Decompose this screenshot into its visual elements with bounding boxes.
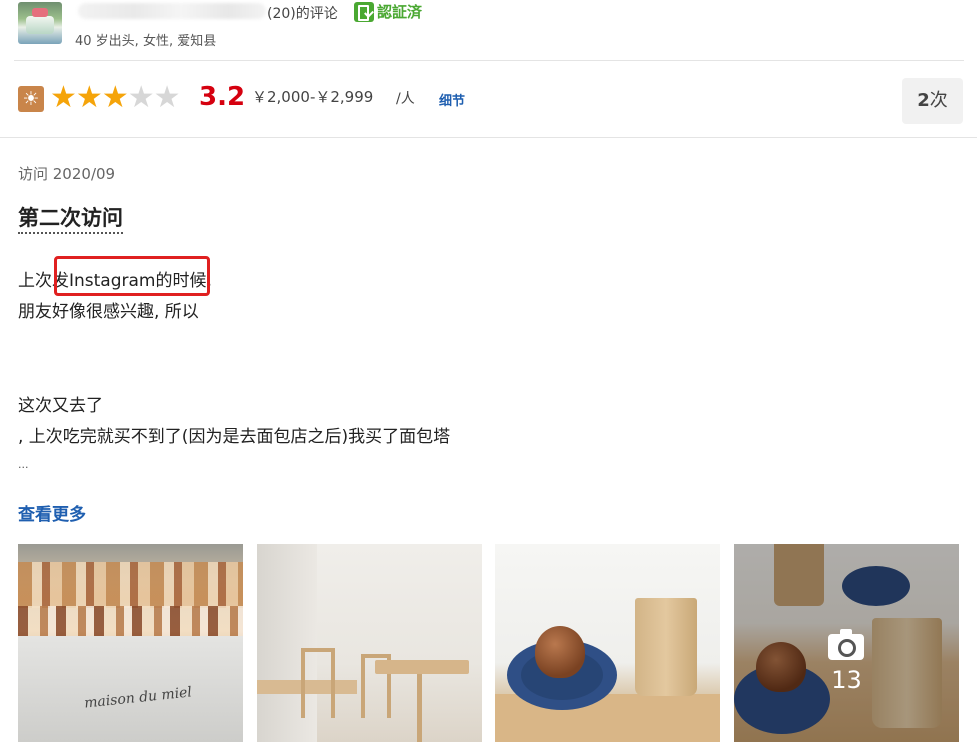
photo-detail (417, 674, 422, 742)
photo-detail (375, 660, 469, 674)
star-empty-icon: ★ (127, 80, 155, 115)
star-filled-icon: ★ (75, 80, 103, 115)
photo-detail (635, 598, 697, 696)
star-empty-icon: ★ (153, 80, 181, 115)
read-more-link[interactable]: 查看更多 (18, 500, 86, 525)
rating-detail-link[interactable]: 细节 (439, 90, 465, 109)
verified-label: 認証済 (377, 3, 423, 21)
highlight-annotation-box (54, 256, 210, 296)
reviewer-header: (20)的评论 認証済 40 岁出头, 女性, 爱知县 (18, 0, 958, 50)
photo-detail (18, 636, 243, 742)
star-filled-icon: ★ (50, 80, 77, 115)
review-photo-interior[interactable] (257, 544, 482, 742)
visit-count-badge: 2次 (902, 78, 963, 124)
rating-score: 3.2 (199, 82, 246, 112)
visit-count-number: 2 (917, 90, 930, 111)
review-text-line: 这次又去了 (18, 396, 103, 416)
divider (0, 137, 977, 138)
reviewer-avatar[interactable] (18, 2, 62, 44)
review-photo-more[interactable]: 13 (734, 544, 959, 742)
star-filled-icon: ★ (101, 80, 129, 115)
review-text-line: 朋友好像很感兴趣, 所以 (18, 302, 199, 322)
reviewer-name-blurred[interactable] (78, 3, 266, 19)
rating-row: ★★★★★ 3.2 ￥2,000-￥2,999 /人 细节 2次 (18, 70, 963, 128)
verified-phone-icon (354, 1, 374, 22)
reviewer-profile: 40 岁出头, 女性, 爱知县 (75, 34, 217, 49)
photo-detail (18, 562, 243, 608)
review-title[interactable]: 第二次访问 (18, 204, 123, 234)
visit-count-unit: 次 (929, 90, 948, 111)
camera-icon (828, 629, 864, 660)
review-photo-display-case[interactable]: maison du miel (18, 544, 243, 742)
review-text-line: , 上次吃完就买不到了(因为是去面包店之后)我买了面包塔 (18, 427, 451, 447)
lunch-sun-icon (18, 86, 44, 112)
photo-detail (535, 626, 585, 678)
divider (14, 60, 964, 61)
price-range: ￥2,000-￥2,999 (252, 88, 374, 106)
photo-detail (301, 648, 335, 718)
review-count[interactable]: (20)的评论 (267, 3, 338, 23)
photo-detail (18, 606, 243, 636)
verified-badge: 認証済 (354, 1, 422, 22)
visit-date: 访问 2020/09 (18, 165, 116, 183)
review-photo-cake-coffee[interactable] (495, 544, 720, 742)
star-rating: ★★★★★ (50, 80, 181, 115)
review-ellipsis: ... (18, 458, 29, 471)
price-per-person: /人 (396, 91, 415, 107)
more-photos-count: 13 (831, 666, 862, 694)
